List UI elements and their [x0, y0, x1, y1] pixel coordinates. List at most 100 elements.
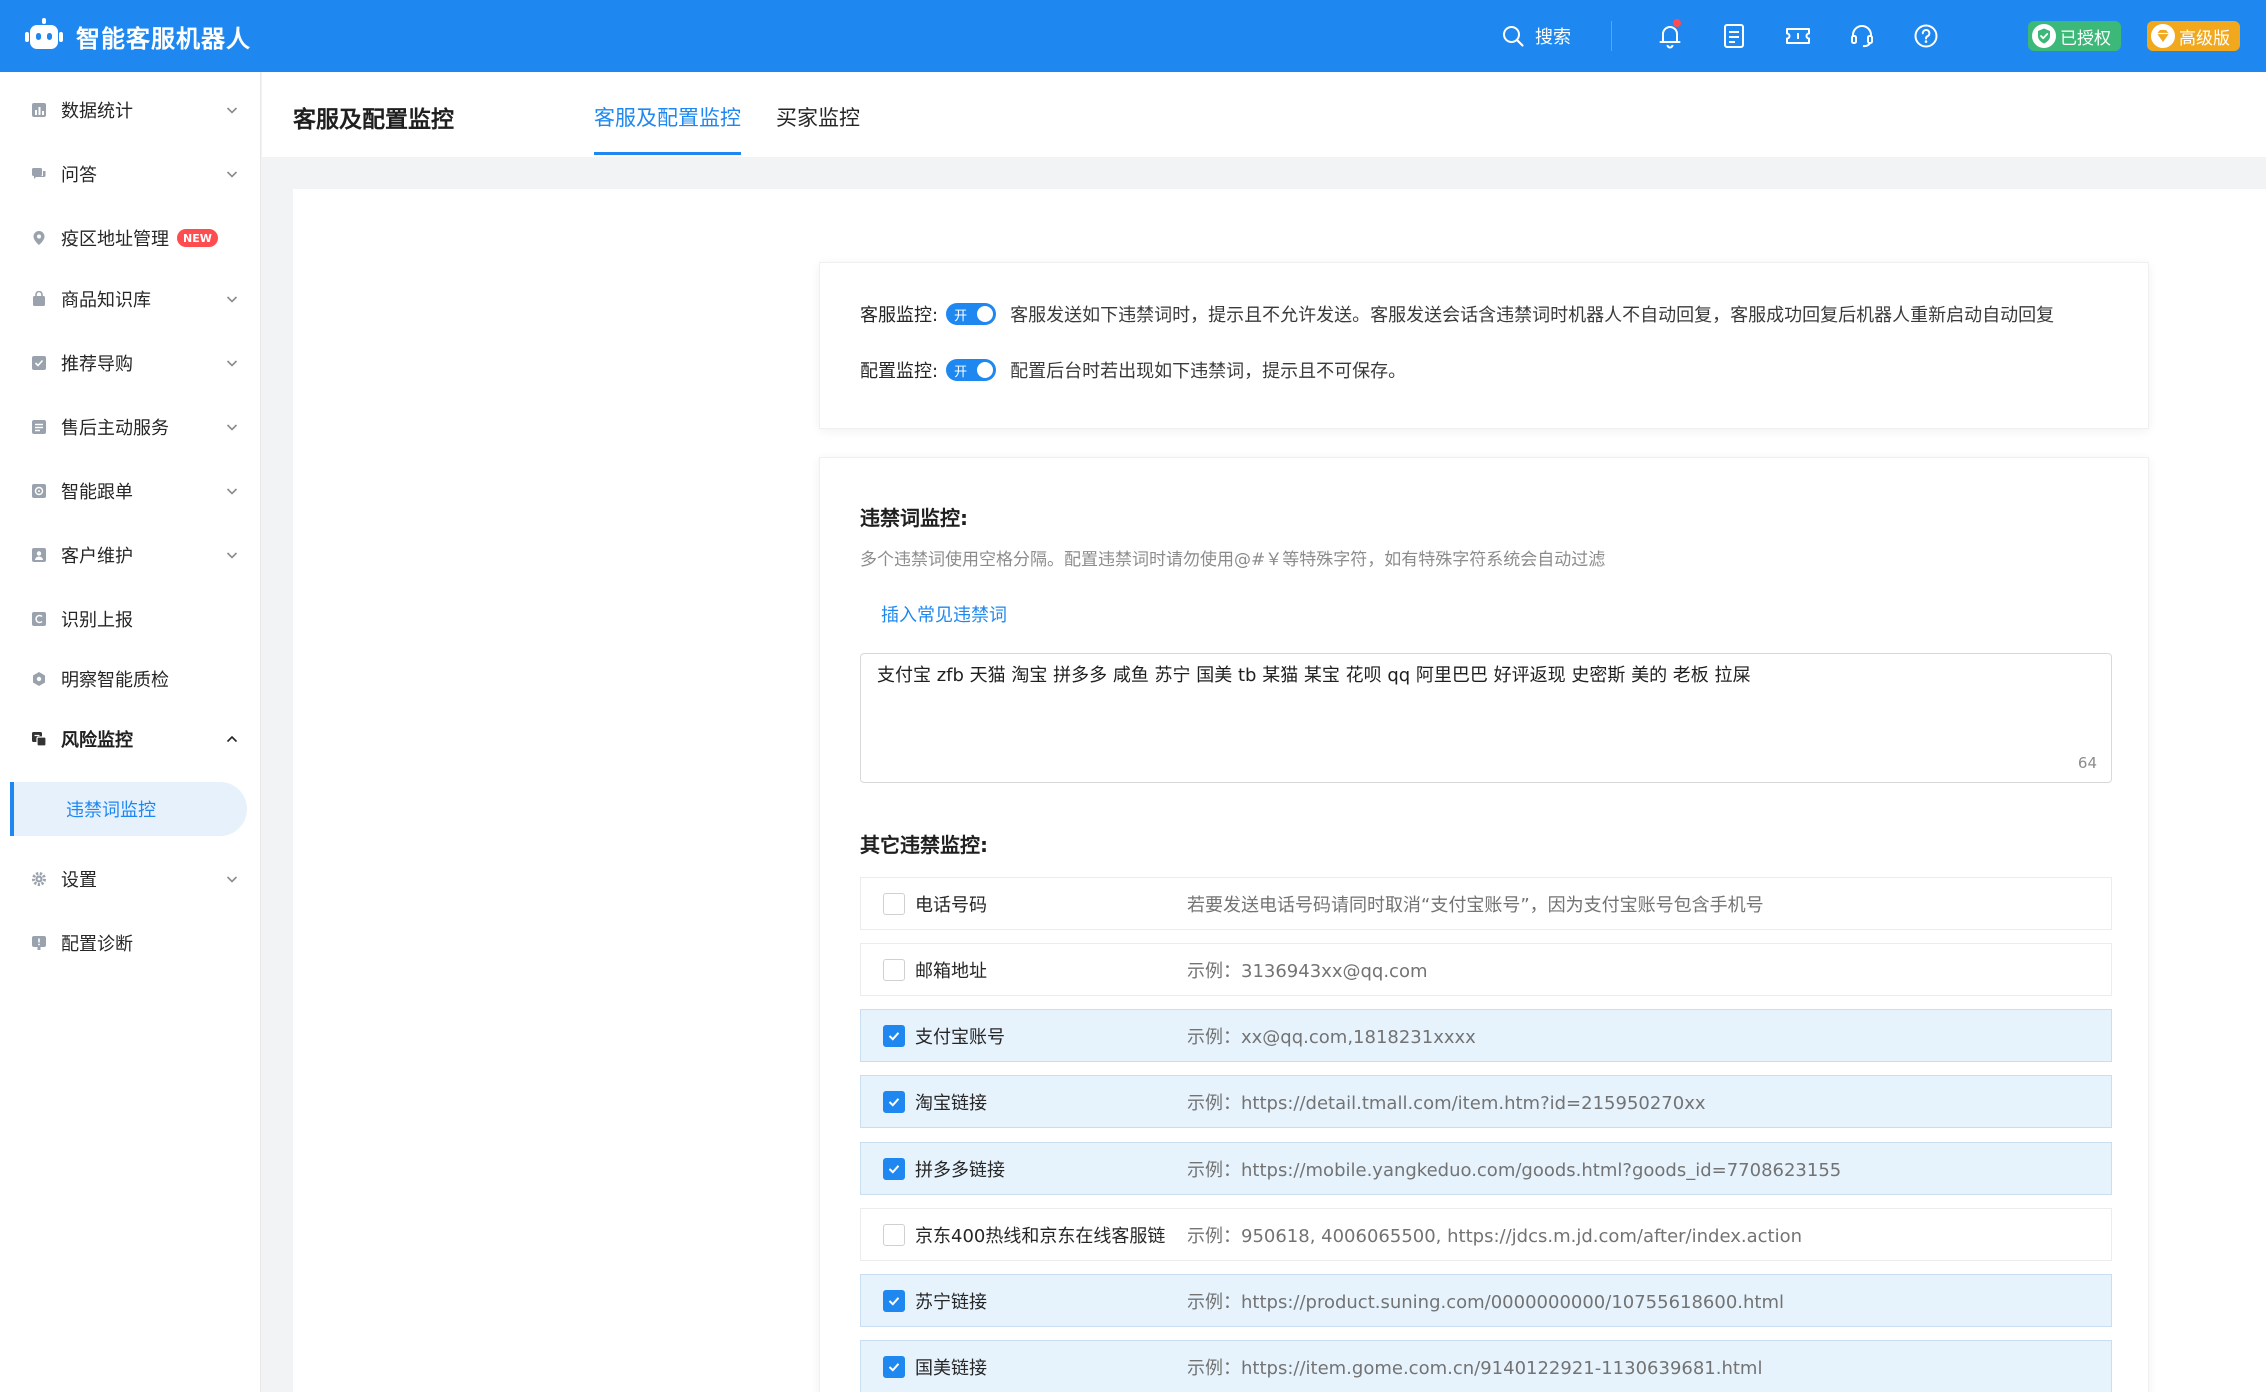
sidebar-item-product-knowledge[interactable]: 商品知识库	[0, 275, 261, 323]
authorized-label: 已授权	[2060, 28, 2111, 49]
option-row-jd[interactable]: 京东400热线和京东在线客服链 示例：950618, 4006065500, h…	[860, 1208, 2112, 1261]
customer-icon	[31, 547, 47, 563]
checkbox[interactable]	[883, 892, 905, 915]
option-desc: 示例：https://item.gome.com.cn/9140122921-1…	[1187, 1357, 1763, 1379]
checkbox-checked[interactable]	[883, 1024, 905, 1047]
tracking-icon	[31, 483, 47, 499]
option-name: 国美链接	[915, 1357, 987, 1379]
config-monitor-label: 配置监控:	[860, 361, 939, 382]
forbidden-words-value: 支付宝 zfb 天猫 淘宝 拼多多 咸鱼 苏宁 国美 tb 某猫 某宝 花呗 q…	[877, 665, 1751, 686]
brand[interactable]: 智能客服机器人	[24, 16, 251, 56]
forbidden-words-textarea[interactable]: 支付宝 zfb 天猫 淘宝 拼多多 咸鱼 苏宁 国美 tb 某猫 某宝 花呗 q…	[860, 653, 2112, 783]
location-pin-icon	[31, 230, 47, 246]
checkbox[interactable]	[883, 958, 905, 981]
sidebar-item-label: 设置	[61, 870, 97, 891]
sidebar-item-quality-inspection[interactable]: 明察智能质检	[0, 655, 261, 703]
report-icon	[31, 611, 47, 627]
checkbox-checked[interactable]	[883, 1289, 905, 1312]
option-row-phone[interactable]: 电话号码 若要发送电话号码请同时取消“支付宝账号”，因为支付宝账号包含手机号	[860, 877, 2112, 930]
option-row-pinduoduo[interactable]: 拼多多链接 示例：https://mobile.yangkeduo.com/go…	[860, 1142, 2112, 1195]
page-title: 客服及配置监控	[293, 107, 454, 133]
chevron-down-icon	[226, 107, 238, 114]
ticket-button[interactable]	[1766, 0, 1830, 72]
char-count: 64	[2077, 753, 2097, 772]
sidebar-item-label: 配置诊断	[61, 934, 133, 955]
sidebar-item-risk-monitoring[interactable]: 风险监控	[0, 715, 261, 763]
chevron-down-icon	[226, 552, 238, 559]
diagnose-icon	[31, 935, 47, 951]
notification-button[interactable]	[1638, 0, 1702, 72]
checkbox-checked[interactable]	[883, 1090, 905, 1113]
sidebar-item-smart-tracking[interactable]: 智能跟单	[0, 467, 261, 515]
switch-text: 开	[954, 364, 968, 380]
switch-text: 开	[954, 308, 968, 324]
service-monitor-switch[interactable]: 开	[946, 303, 997, 325]
search-button[interactable]: 搜索	[1501, 23, 1571, 49]
chevron-down-icon	[226, 171, 238, 178]
chevron-down-icon	[226, 424, 238, 431]
service-monitor-desc: 客服发送如下违禁词时，提示且不允许发送。客服发送会话含违禁词时机器人不自动回复，…	[1010, 305, 2055, 326]
sidebar-item-epidemic-address[interactable]: 疫区地址管理 NEW	[0, 214, 261, 262]
option-desc: 示例：3136943xx@qq.com	[1187, 960, 1428, 982]
option-name: 苏宁链接	[915, 1291, 987, 1313]
sidebar-item-customer-care[interactable]: 客户维护	[0, 531, 261, 579]
document-button[interactable]	[1702, 0, 1766, 72]
checkbox-checked[interactable]	[883, 1355, 905, 1378]
help-button[interactable]	[1894, 0, 1958, 72]
authorized-badge[interactable]: 已授权	[2028, 21, 2121, 51]
page-header: 客服及配置监控 客服及配置监控 买家监控	[262, 72, 2266, 157]
sidebar-item-label: 问答	[61, 165, 97, 186]
option-desc: 若要发送电话号码请同时取消“支付宝账号”，因为支付宝账号包含手机号	[1187, 894, 1764, 916]
headset-icon	[1851, 25, 1873, 48]
option-desc: 示例：https://mobile.yangkeduo.com/goods.ht…	[1187, 1159, 1842, 1181]
chevron-down-icon	[226, 360, 238, 367]
new-badge: NEW	[177, 229, 218, 247]
sidebar-item-recognition-report[interactable]: 识别上报	[0, 595, 261, 643]
checkbox[interactable]	[883, 1223, 905, 1246]
tab-service-config-monitor[interactable]: 客服及配置监控	[594, 102, 741, 155]
insert-common-words-link[interactable]: 插入常见违禁词	[881, 601, 1007, 627]
option-desc: 示例：950618, 4006065500, https://jdcs.m.jd…	[1187, 1225, 1802, 1247]
checkmark-icon	[888, 1031, 900, 1041]
sidebar-item-data-stats[interactable]: 数据统计	[0, 86, 261, 134]
option-row-suning[interactable]: 苏宁链接 示例：https://product.suning.com/00000…	[860, 1274, 2112, 1327]
option-desc: 示例：xx@qq.com,1818231xxxx	[1187, 1026, 1476, 1048]
tab-buyer-monitor[interactable]: 买家监控	[776, 102, 860, 132]
checkbox-checked[interactable]	[883, 1157, 905, 1180]
sidebar: 数据统计 问答 疫区地址管理 NEW 商品知识库 推荐导购 售后主动服务 智能跟…	[0, 72, 261, 1392]
checkmark-icon	[888, 1164, 900, 1174]
option-row-email[interactable]: 邮箱地址 示例：3136943xx@qq.com	[860, 943, 2112, 996]
forbidden-hint: 多个违禁词使用空格分隔。配置违禁词时请勿使用@#￥等特殊字符，如有特殊字符系统会…	[860, 550, 1606, 570]
sidebar-item-settings[interactable]: 设置	[0, 855, 261, 903]
document-icon	[1724, 24, 1744, 48]
edition-badge[interactable]: 高级版	[2147, 21, 2240, 51]
option-name: 邮箱地址	[915, 960, 987, 982]
sidebar-item-label: 明察智能质检	[61, 670, 169, 691]
option-desc: 示例：https://detail.tmall.com/item.htm?id=…	[1187, 1092, 1706, 1114]
sidebar-item-after-sales[interactable]: 售后主动服务	[0, 403, 261, 451]
sidebar-item-label: 售后主动服务	[61, 418, 169, 439]
customer-service-button[interactable]	[1830, 0, 1894, 72]
sidebar-item-config-diagnosis[interactable]: 配置诊断	[0, 919, 261, 967]
recommend-icon	[31, 355, 47, 371]
option-row-taobao[interactable]: 淘宝链接 示例：https://detail.tmall.com/item.ht…	[860, 1075, 2112, 1128]
search-label: 搜索	[1535, 27, 1571, 48]
option-row-gome[interactable]: 国美链接 示例：https://item.gome.com.cn/9140122…	[860, 1340, 2112, 1392]
sidebar-item-qa[interactable]: 问答	[0, 150, 261, 198]
option-row-alipay[interactable]: 支付宝账号 示例：xx@qq.com,1818231xxxx	[860, 1009, 2112, 1062]
config-monitor-switch[interactable]: 开	[946, 359, 997, 381]
diamond-icon	[2151, 24, 2175, 48]
question-icon	[1914, 24, 1938, 48]
switch-knob	[977, 362, 994, 378]
chat-icon	[31, 166, 47, 182]
sidebar-item-label: 数据统计	[61, 101, 133, 122]
config-monitor-row: 配置监控: 开 配置后台时若出现如下违禁词，提示且不可保存。	[860, 357, 1406, 383]
robot-logo-icon	[24, 16, 64, 56]
bag-icon	[31, 291, 47, 307]
divider	[1611, 21, 1612, 51]
sidebar-item-label: 客户维护	[61, 546, 133, 567]
sidebar-item-recommend[interactable]: 推荐导购	[0, 339, 261, 387]
sidebar-subitem-forbidden-words[interactable]: 违禁词监控	[10, 782, 247, 836]
forbidden-section-title: 违禁词监控:	[860, 506, 968, 530]
chevron-down-icon	[226, 488, 238, 495]
